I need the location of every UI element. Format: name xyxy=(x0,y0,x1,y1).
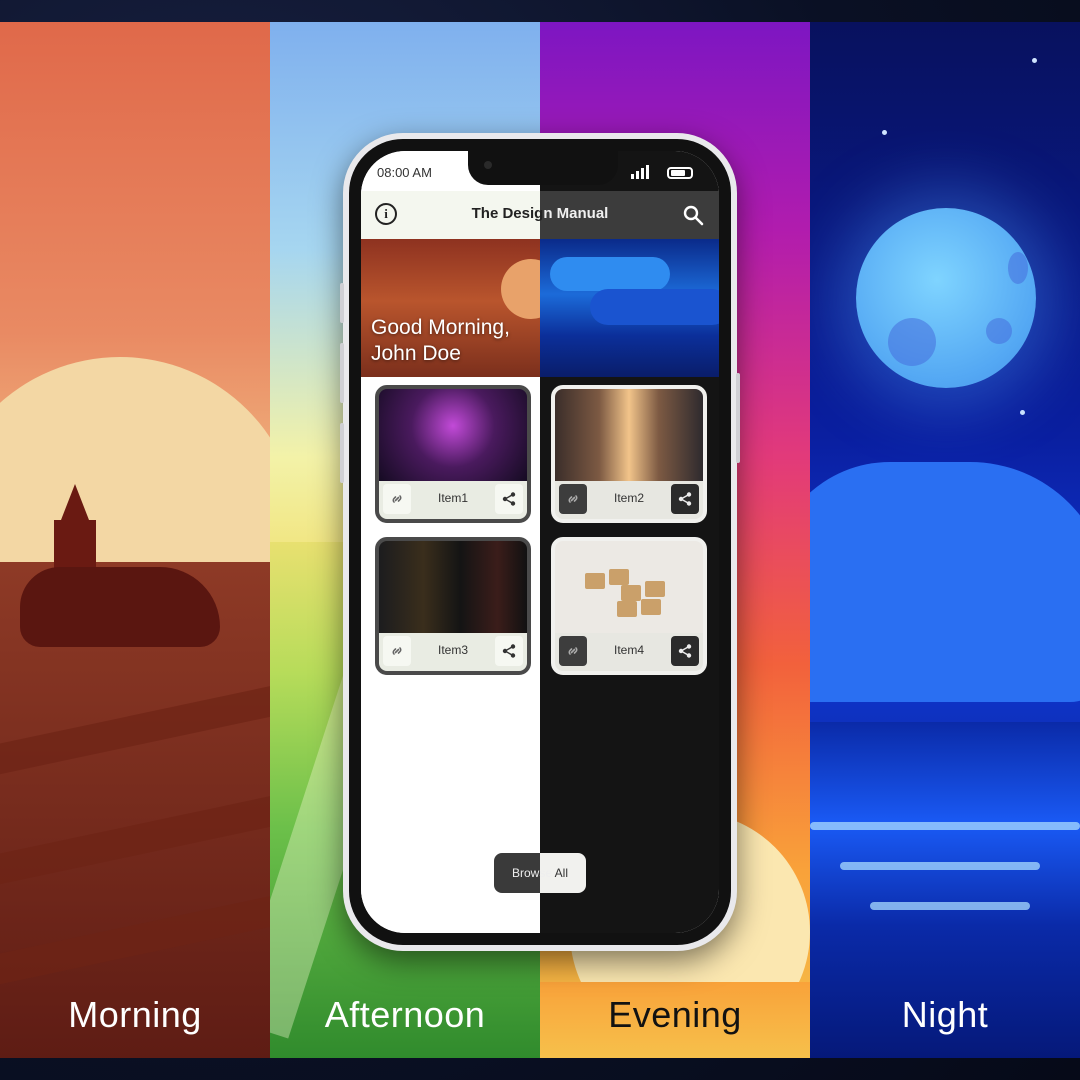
star xyxy=(882,130,887,135)
search-icon[interactable] xyxy=(681,203,705,227)
scrabble-tile xyxy=(621,585,641,601)
share-icon[interactable] xyxy=(495,484,523,514)
hero-banner: Good Morning, John Doe xyxy=(361,239,719,377)
browse-all-label-left: Browse xyxy=(511,866,552,880)
info-icon[interactable]: i xyxy=(375,203,397,225)
item-thumbnail xyxy=(379,541,527,633)
item-footer: Item2 xyxy=(555,481,703,519)
moon-crater xyxy=(1008,252,1028,284)
item-card[interactable]: Item2 xyxy=(551,385,707,523)
phone-screen: 08:00 AM The Design Manual i Good Mornin… xyxy=(361,151,719,933)
app-title-left: The Desig xyxy=(471,205,544,222)
scrabble-tile xyxy=(617,601,637,617)
status-time: 08:00 AM xyxy=(377,165,432,180)
item-card[interactable]: Item1 xyxy=(375,385,531,523)
item-thumbnail xyxy=(555,389,703,481)
scrabble-tile xyxy=(641,599,661,615)
item-footer: Item4 xyxy=(555,633,703,671)
phone-frame: 08:00 AM The Design Manual i Good Mornin… xyxy=(340,133,740,951)
item-card[interactable]: Item4 xyxy=(551,537,707,675)
panel-label-morning: Morning xyxy=(68,994,202,1035)
hero-cloud xyxy=(550,257,670,291)
volume-button xyxy=(340,283,344,323)
browse-all-button[interactable]: Browse All xyxy=(494,853,586,893)
browse-all-label: Browse All xyxy=(494,866,586,880)
hero-sun xyxy=(501,259,540,319)
power-button xyxy=(736,373,740,463)
night-cloud xyxy=(810,462,1080,702)
item-card[interactable]: Item3 xyxy=(375,537,531,675)
ox-silhouette xyxy=(20,567,220,647)
scrabble-tile xyxy=(645,581,665,597)
camera-icon xyxy=(484,161,492,169)
moon-crater xyxy=(986,318,1012,344)
item-footer: Item1 xyxy=(379,481,527,519)
share-icon[interactable] xyxy=(671,636,699,666)
sea-reflection xyxy=(810,822,1080,830)
share-icon[interactable] xyxy=(671,484,699,514)
greeting-text: Good Morning, John Doe xyxy=(371,316,510,365)
hero-cloud xyxy=(590,289,719,325)
hero-night-image xyxy=(540,239,719,377)
night-panel: Night xyxy=(810,22,1080,1058)
app-bar: The Design Manual i xyxy=(361,191,719,239)
app-title-right: n Manual xyxy=(543,205,609,222)
sea-reflection xyxy=(840,862,1040,870)
item-thumbnail xyxy=(555,541,703,633)
scrabble-tile xyxy=(585,573,605,589)
moon-crater xyxy=(888,318,936,366)
panel-label-afternoon: Afternoon xyxy=(324,994,486,1035)
signal-icon xyxy=(631,165,649,179)
panel-label-night: Night xyxy=(901,994,989,1035)
sea-reflection xyxy=(870,902,1030,910)
app-title: The Design Manual xyxy=(361,205,719,222)
share-icon[interactable] xyxy=(495,636,523,666)
star xyxy=(1032,58,1037,63)
volume-button xyxy=(340,423,344,483)
scrabble-tile xyxy=(609,569,629,585)
panel-label-evening: Evening xyxy=(608,994,742,1035)
morning-panel: Morning xyxy=(0,22,270,1058)
item-footer: Item3 xyxy=(379,633,527,671)
moon xyxy=(856,208,1036,388)
battery-icon xyxy=(667,167,693,179)
star xyxy=(1020,410,1025,415)
volume-button xyxy=(340,343,344,403)
item-thumbnail xyxy=(379,389,527,481)
browse-all-label-right: All xyxy=(552,866,569,880)
